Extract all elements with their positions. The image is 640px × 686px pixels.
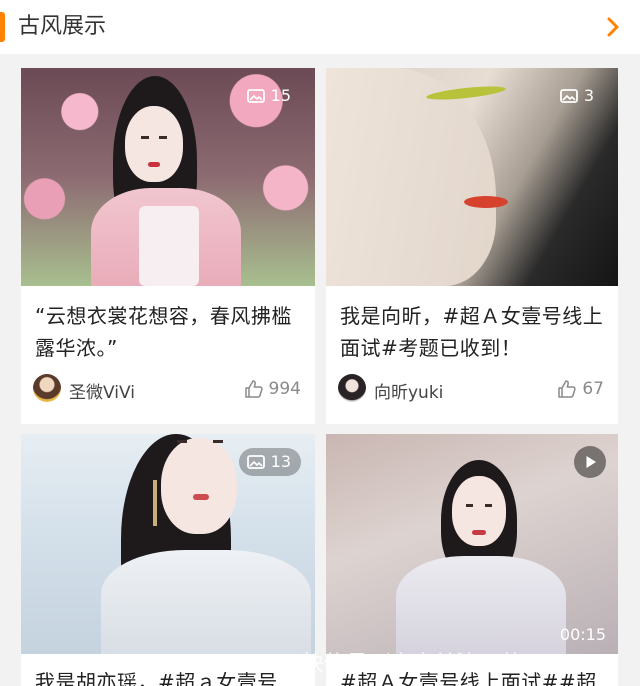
section-header: 古风展示: [0, 0, 640, 54]
thumbs-up-icon: [244, 380, 263, 398]
post-card[interactable]: 13 我是胡亦瑶，#超ａ女壹号: [21, 434, 315, 686]
video-duration: 00:15: [559, 625, 606, 644]
author-name[interactable]: 圣微ViVi: [69, 378, 135, 403]
post-meta: 向昕yuki 67: [338, 374, 604, 404]
post-title[interactable]: “云想衣裳花想容，春风拂槛露华浓。”: [35, 300, 301, 364]
avatar[interactable]: [33, 374, 61, 402]
video-thumbnail[interactable]: 00:15: [326, 434, 618, 654]
post-card[interactable]: 3 我是向昕，#超Ａ女壹号线上面试#考题已收到！ 向昕yuki 67: [326, 68, 618, 424]
chevron-right-icon[interactable]: [602, 14, 624, 40]
like-button[interactable]: 994: [243, 378, 301, 400]
image-count-badge: 15: [239, 82, 301, 110]
post-image[interactable]: 3: [326, 68, 618, 286]
post-card[interactable]: 15 “云想衣裳花想容，春风拂槛露华浓。” 圣微ViVi 994: [21, 68, 315, 424]
thumbs-up-icon: [558, 380, 577, 398]
image-count: 13: [270, 452, 291, 471]
author-name[interactable]: 向昕yuki: [374, 378, 443, 403]
watermark: 快传号／小小关注八卦: [302, 652, 523, 677]
post-image[interactable]: 13: [21, 434, 315, 654]
play-button[interactable]: [574, 446, 606, 478]
avatar[interactable]: [338, 374, 366, 402]
post-title[interactable]: 我是向昕，#超Ａ女壹号线上面试#考题已收到！: [340, 300, 604, 364]
figure-illustration: [91, 76, 251, 286]
image-icon: [246, 89, 265, 103]
section-title: 古风展示: [18, 14, 107, 39]
play-icon: [586, 456, 596, 468]
image-count-badge: 13: [238, 448, 301, 476]
image-count-badge: 3: [552, 82, 604, 110]
post-image[interactable]: 15: [21, 68, 315, 286]
section-accent-bar: [0, 12, 5, 42]
post-meta: 圣微ViVi 994: [33, 374, 301, 404]
like-count: 994: [268, 379, 301, 399]
figure-illustration: [386, 460, 576, 654]
post-title[interactable]: 我是胡亦瑶，#超ａ女壹号: [35, 666, 301, 686]
like-count: 67: [582, 379, 604, 399]
image-count: 15: [270, 86, 291, 105]
image-count: 3: [583, 86, 594, 105]
like-button[interactable]: 67: [556, 378, 604, 400]
image-icon: [246, 455, 265, 469]
image-icon: [559, 89, 578, 103]
figure-illustration: [326, 68, 526, 286]
